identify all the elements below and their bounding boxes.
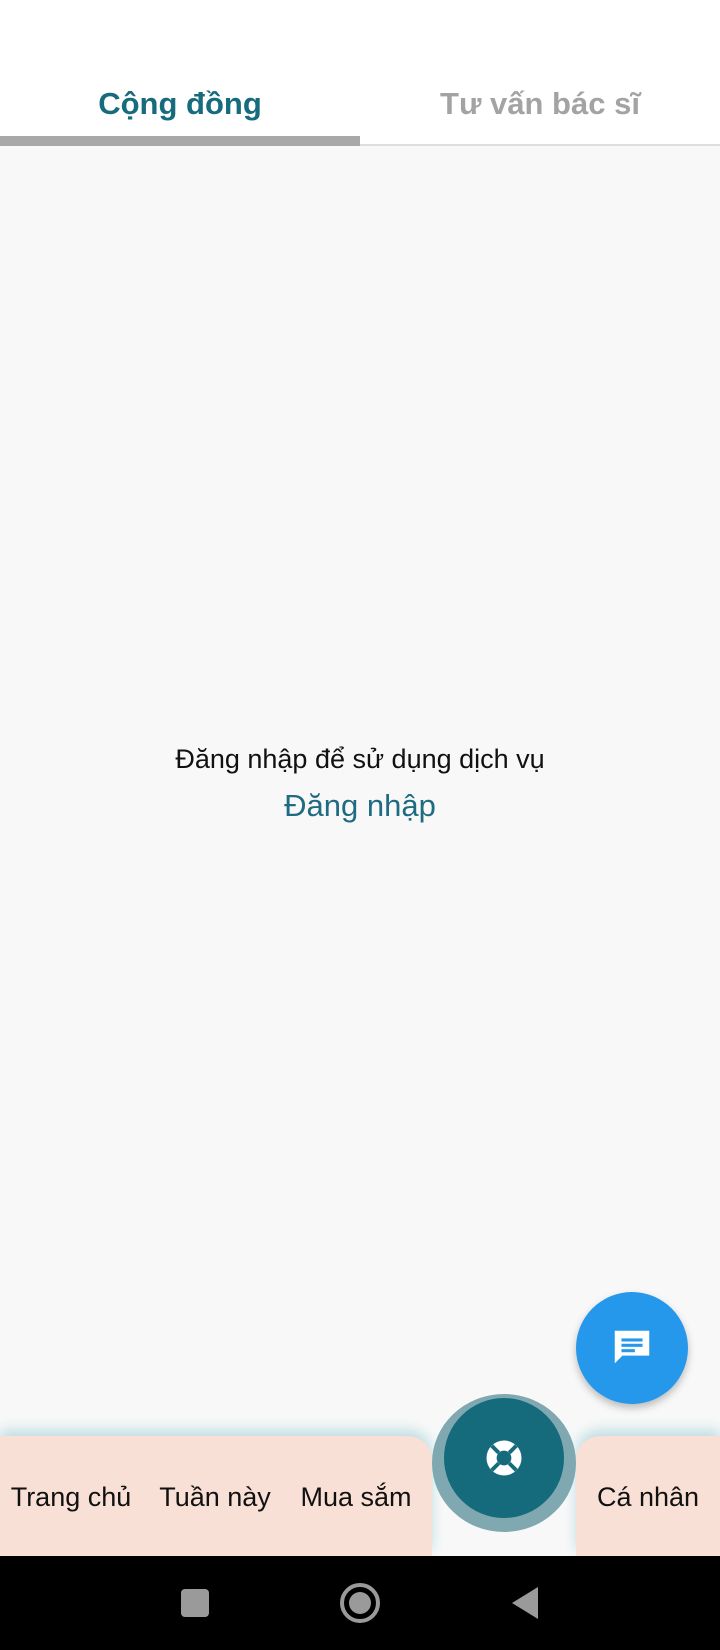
nav-home-label: Trang chủ: [10, 1481, 132, 1512]
tab-doctor-consult[interactable]: Tư vấn bác sĩ: [360, 68, 720, 144]
nav-shopping[interactable]: Mua sắm: [290, 1474, 422, 1520]
nav-this-week-label: Tuần này: [159, 1481, 271, 1512]
back-icon: [512, 1587, 538, 1619]
recents-icon: [181, 1589, 209, 1617]
nav-this-week[interactable]: Tuần này: [148, 1474, 282, 1520]
app-screen: Cộng đồng Tư vấn bác sĩ Đăng nhập để sử …: [0, 0, 720, 1650]
nav-profile[interactable]: Cá nhân: [584, 1474, 712, 1520]
home-icon: [340, 1583, 380, 1623]
status-bar: [0, 0, 720, 68]
main-content: Đăng nhập để sử dụng dịch vụ Đăng nhập: [0, 148, 720, 1438]
home-button[interactable]: [335, 1578, 385, 1628]
tab-bar: Cộng đồng Tư vấn bác sĩ: [0, 68, 720, 146]
tab-community-label: Cộng đồng: [98, 86, 262, 121]
tab-community[interactable]: Cộng đồng: [0, 68, 360, 146]
recents-button[interactable]: [170, 1578, 220, 1628]
system-navigation-bar: [0, 1556, 720, 1650]
center-action-button[interactable]: [444, 1398, 564, 1518]
login-required-message: Đăng nhập để sử dụng dịch vụ: [175, 744, 545, 774]
back-button[interactable]: [500, 1578, 550, 1628]
tab-indicator: [0, 136, 360, 146]
lifebuoy-icon: [486, 1440, 522, 1476]
chat-icon: [614, 1330, 650, 1364]
chat-button[interactable]: [576, 1292, 688, 1404]
nav-profile-label: Cá nhân: [596, 1481, 700, 1512]
nav-shopping-label: Mua sắm: [300, 1481, 412, 1512]
tab-doctor-consult-label: Tư vấn bác sĩ: [440, 86, 640, 121]
nav-home[interactable]: Trang chủ: [0, 1474, 142, 1520]
login-link[interactable]: Đăng nhập: [260, 788, 460, 824]
